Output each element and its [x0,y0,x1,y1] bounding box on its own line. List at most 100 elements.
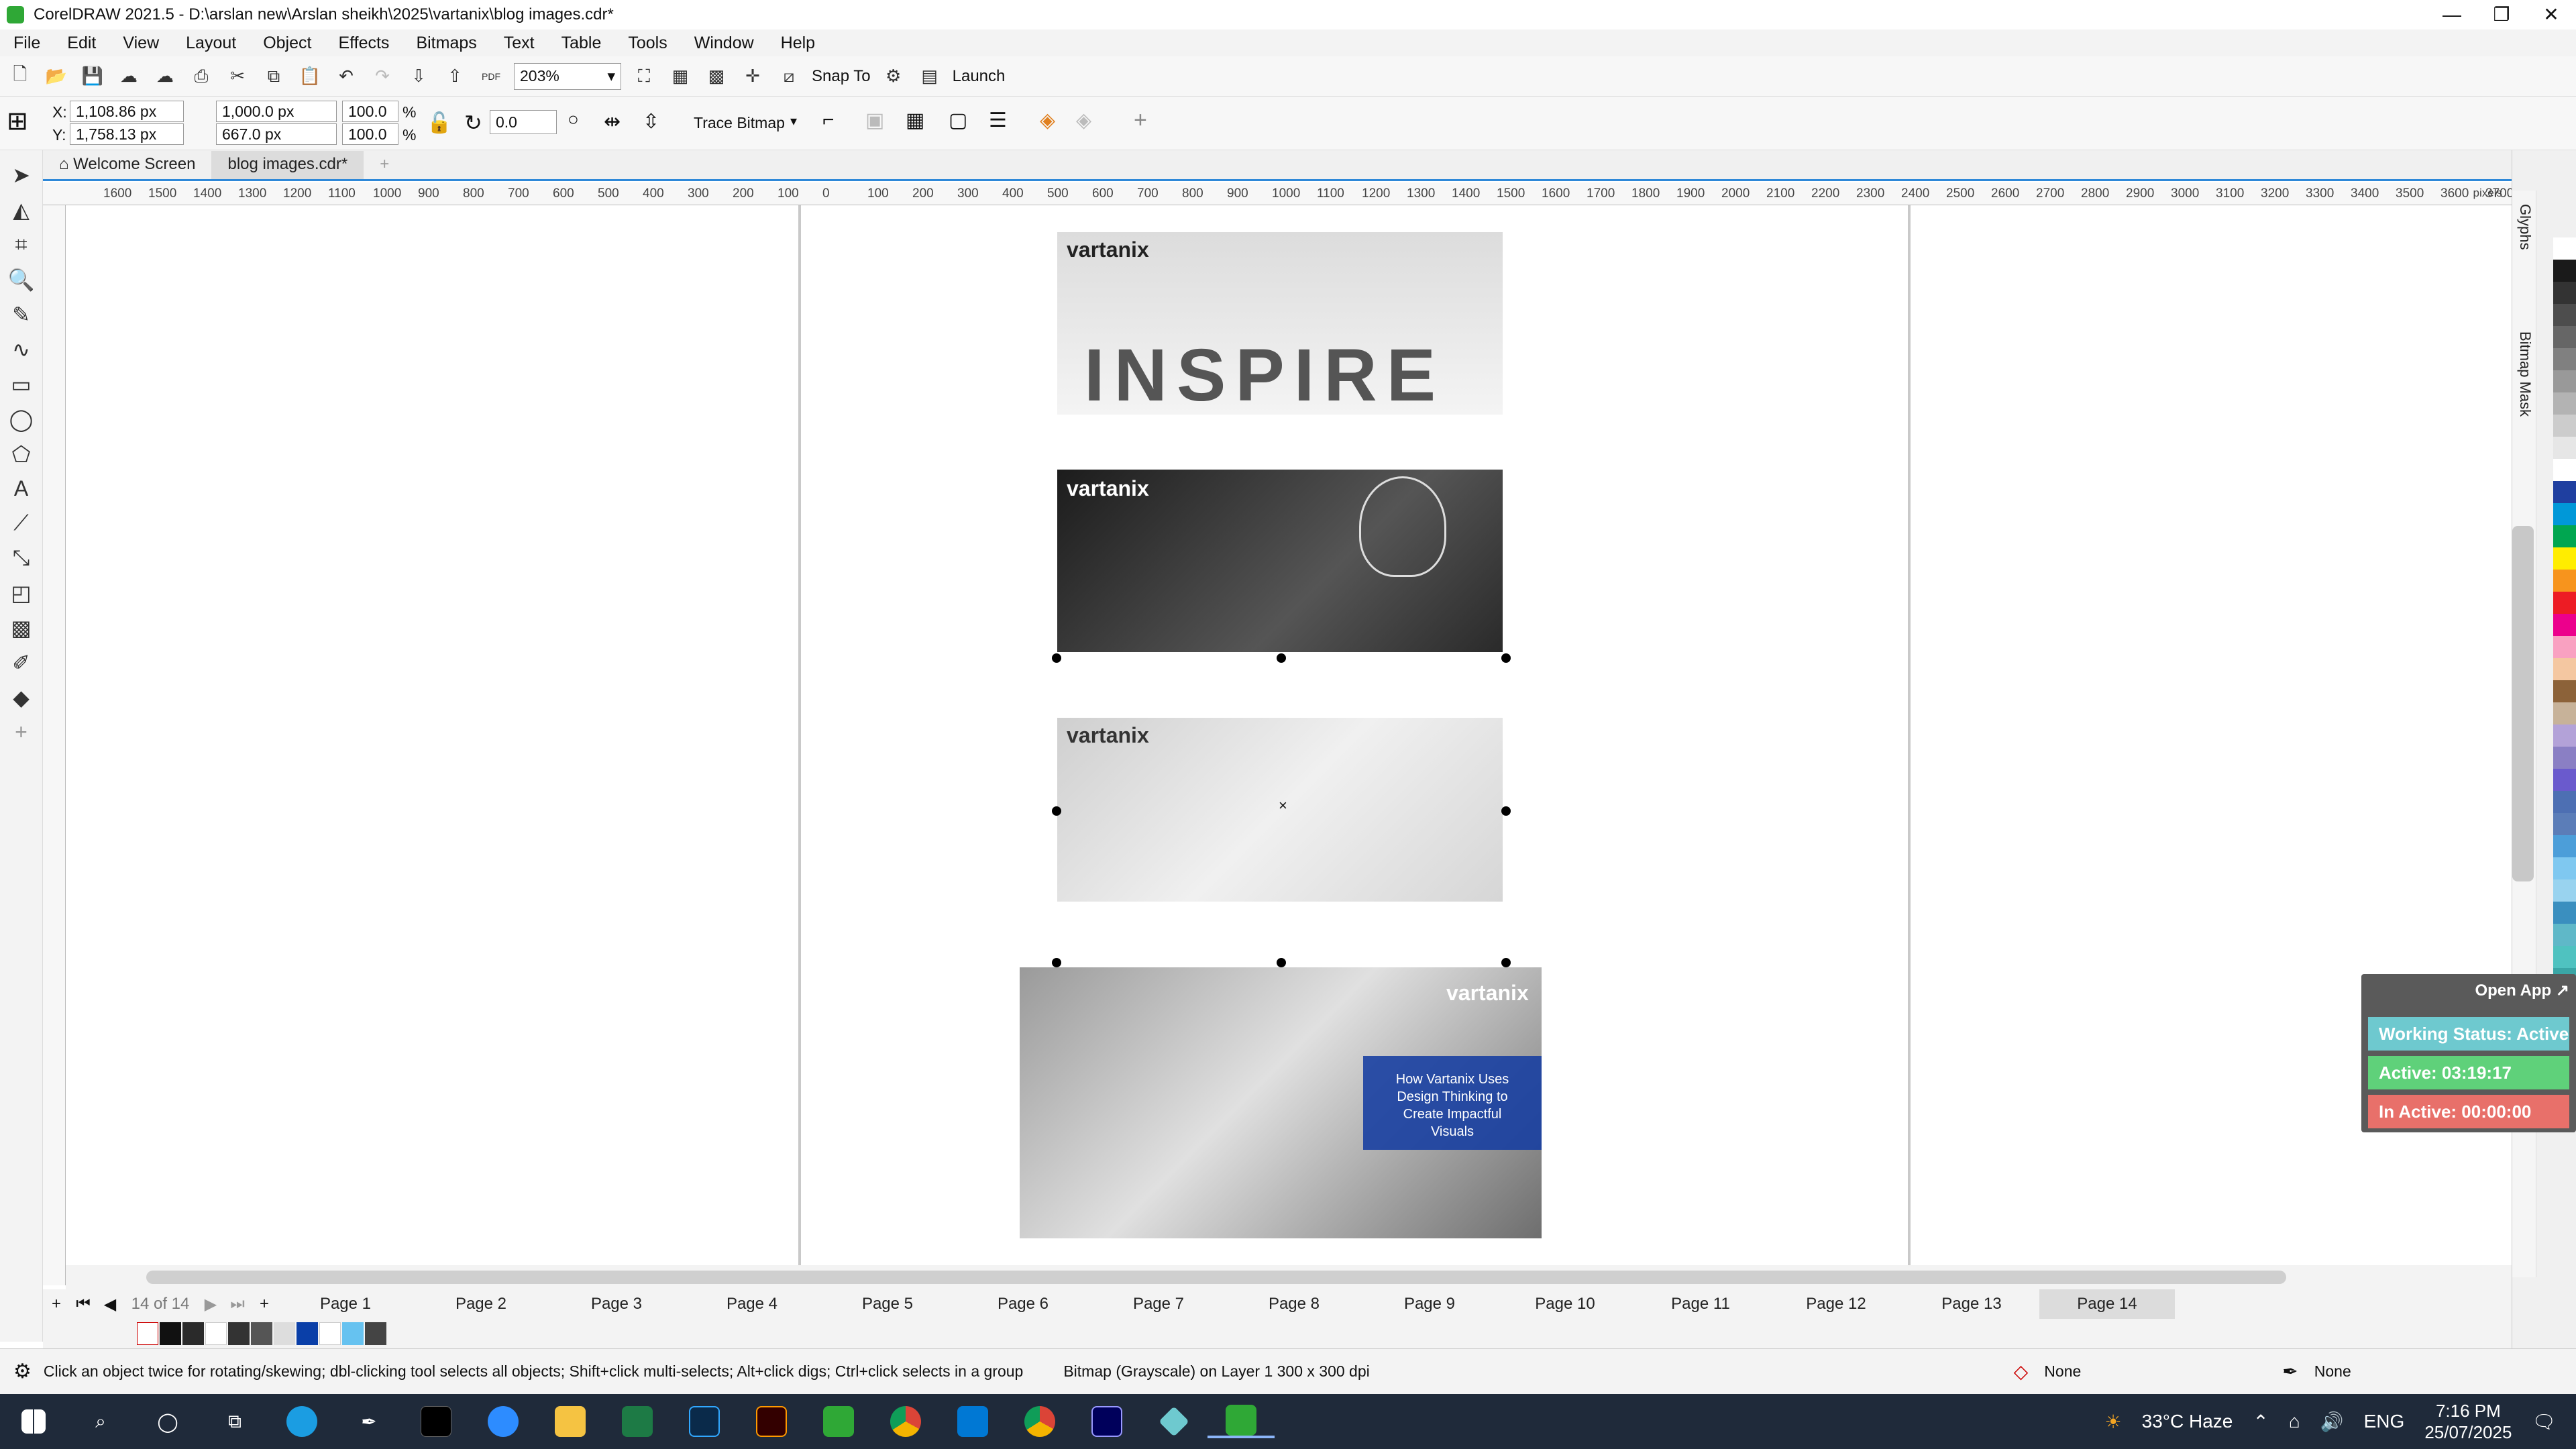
copy-icon[interactable]: ⧉ [260,63,287,90]
page-tab-8[interactable]: Page 8 [1226,1295,1362,1313]
color-swatch[interactable] [2553,902,2576,924]
launch-dropdown[interactable]: Launch [953,67,1006,86]
open-folder-icon[interactable]: 📂 [43,63,70,90]
menu-help[interactable]: Help [767,34,828,53]
illustrator-icon[interactable] [738,1406,805,1437]
vertical-scrollbar-thumb[interactable] [2512,526,2534,881]
print-icon[interactable]: ⎙ [188,63,215,90]
drawing-canvas[interactable]: vartanix INSPIRE vartanix vartanix × var… [66,205,2512,1265]
zoom-tool-icon[interactable]: 🔍 [8,267,35,292]
wrap-text-icon[interactable]: ☰ [989,109,1007,132]
pen-tool-icon[interactable]: ✒ [335,1411,402,1433]
menu-window[interactable]: Window [681,34,767,53]
parallel-dimension-icon[interactable]: ⟋ [13,511,28,536]
coreldraw-icon[interactable] [805,1406,872,1437]
menu-file[interactable]: File [0,34,54,53]
vertical-ruler[interactable] [43,205,66,1285]
color-swatch[interactable] [2553,237,2576,260]
save-icon[interactable]: 💾 [79,63,106,90]
artistic-media-icon[interactable]: ∿ [12,337,30,362]
volume-icon[interactable]: 🔊 [2320,1411,2344,1433]
add-page-end-icon[interactable]: + [251,1295,278,1313]
page-tab-12[interactable]: Page 12 [1768,1295,1904,1313]
color-swatch[interactable] [2553,702,2576,724]
cloud-upload-icon[interactable]: ☁ [115,63,142,90]
menu-edit[interactable]: Edit [54,34,109,53]
color-swatch[interactable] [2553,437,2576,459]
color-swatch[interactable] [205,1322,227,1345]
color-swatch[interactable] [365,1322,386,1345]
interactive-fill-icon[interactable]: ◆ [13,685,30,710]
design-thinking-image[interactable]: vartanix How Vartanix Uses Design Thinki… [1020,967,1542,1238]
color-swatch[interactable] [2553,481,2576,503]
color-swatch[interactable] [2553,680,2576,702]
color-swatch[interactable] [251,1322,272,1345]
polygon-tool-icon[interactable]: ⬠ [12,441,31,467]
fill-icon[interactable]: ◇ [2014,1360,2029,1383]
eyedropper-icon[interactable]: ✐ [12,650,30,676]
color-swatch[interactable] [2553,835,2576,857]
menu-layout[interactable]: Layout [172,34,250,53]
app-diamond-icon[interactable] [1140,1406,1208,1437]
gear-icon[interactable]: ⚙ [13,1360,32,1383]
menu-view[interactable]: View [109,34,172,53]
language-indicator[interactable]: ENG [2364,1411,2405,1432]
notification-icon[interactable]: 🗨 [2532,1411,2556,1433]
layers-icon[interactable]: ◈ [1040,109,1055,132]
edge-icon[interactable] [268,1406,335,1437]
color-swatch[interactable] [2553,747,2576,769]
bitmap-mask-tab[interactable]: Bitmap Mask [2516,331,2534,417]
color-swatch[interactable] [182,1322,204,1345]
scale-width-field[interactable]: 100.0 [342,101,398,122]
add-tool-icon[interactable]: + [15,720,28,745]
color-swatch[interactable] [228,1322,250,1345]
menu-effects[interactable]: Effects [325,34,402,53]
first-page-icon[interactable]: ⏮ [70,1295,97,1313]
menu-text[interactable]: Text [490,34,548,53]
selection-handle[interactable] [1501,806,1511,816]
options-gear-icon[interactable]: ⚙ [880,63,907,90]
color-swatch[interactable] [2553,857,2576,879]
color-swatch[interactable] [2553,924,2576,946]
color-swatch[interactable] [2553,326,2576,348]
selection-handle[interactable] [1052,653,1061,663]
menu-tools[interactable]: Tools [614,34,680,53]
page-tab-10[interactable]: Page 10 [1497,1295,1633,1313]
connector-tool-icon[interactable]: ⤡ [13,545,30,571]
previous-page-icon[interactable]: ◀ [97,1295,123,1314]
object-origin-icon[interactable]: ⊞ [7,106,40,140]
page-tab-11[interactable]: Page 11 [1633,1295,1768,1313]
premiere-icon[interactable] [1073,1406,1140,1437]
undo-icon[interactable]: ↶ [333,63,360,90]
scale-height-field[interactable]: 100.0 [342,123,398,145]
scrollbar-thumb[interactable] [146,1271,2286,1284]
page-tab-6[interactable]: Page 6 [955,1295,1091,1313]
color-swatch[interactable] [2553,724,2576,747]
clock[interactable]: 7:16 PM 25/07/2025 [2424,1400,2512,1443]
page-tab-5[interactable]: Page 5 [820,1295,955,1313]
excel-icon[interactable] [604,1406,671,1437]
color-swatch[interactable] [274,1322,295,1345]
drop-shadow-icon[interactable]: ◰ [11,580,31,606]
color-swatch[interactable] [2553,636,2576,658]
page-tab-4[interactable]: Page 4 [684,1295,820,1313]
rectangle-tool-icon[interactable]: ▭ [11,372,31,397]
x-position-field[interactable]: 1,108.86 px [70,101,184,122]
search-icon[interactable]: ⌕ [67,1411,134,1433]
minimize-button[interactable]: — [2427,0,2477,30]
color-swatch[interactable] [2553,813,2576,835]
selection-handle[interactable] [1052,958,1061,967]
color-swatch[interactable] [2553,614,2576,636]
photoshop-icon[interactable] [671,1406,738,1437]
color-swatch[interactable] [2553,459,2576,481]
page-tab-13[interactable]: Page 13 [1904,1295,2039,1313]
next-page-icon[interactable]: ▶ [197,1295,224,1314]
shape-tool-icon[interactable]: ◭ [13,197,30,223]
color-swatch[interactable] [2553,791,2576,813]
outline-pen-icon[interactable]: ✒ [2282,1360,2298,1383]
add-icon[interactable]: + [1134,107,1147,133]
redo-icon[interactable]: ↷ [369,63,396,90]
guidelines-icon[interactable]: ✛ [739,63,766,90]
selection-handle[interactable] [1501,653,1511,663]
vscode-icon[interactable] [939,1406,1006,1437]
